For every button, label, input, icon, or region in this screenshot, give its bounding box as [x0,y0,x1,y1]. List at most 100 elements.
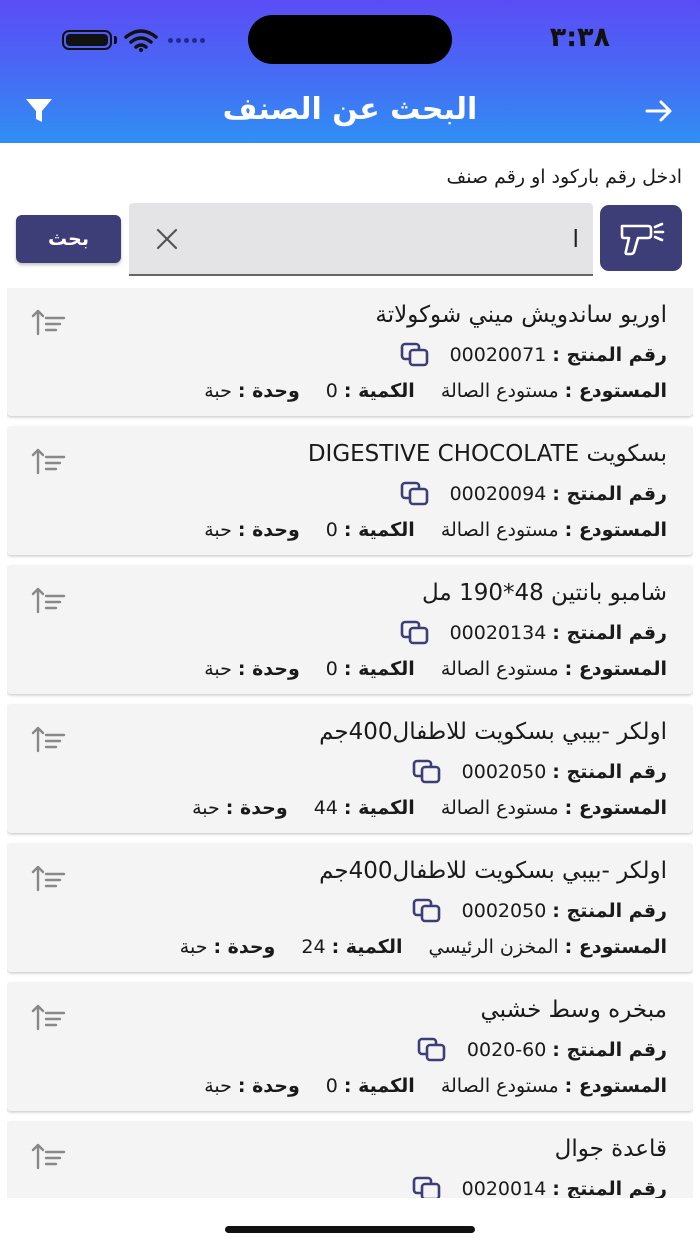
product-name: مبخره وسط خشبي [480,997,667,1023]
warehouse-label: المستودع : [564,797,667,819]
copy-icon[interactable] [400,481,430,507]
stock-row: المستودع : مستودع الصالة الكمية :44 وحدة :ح… [192,797,667,819]
unit-label: وحدة : [237,1075,300,1097]
sort-icon[interactable] [31,1142,67,1170]
warehouse-value: مستودع الصالة [440,519,559,541]
product-number: 0002050 [461,900,547,922]
camera-notch [248,15,452,64]
quantity-value: 44 [313,797,338,819]
quantity-value: 0 [325,519,338,541]
unit-label: وحدة : [225,797,288,819]
sort-icon[interactable] [31,586,67,614]
product-number-label: رقم المنتج : [552,761,667,783]
warehouse-value: المخزن الرئيسي [428,936,559,958]
unit-value: حبة [204,519,232,541]
sort-icon[interactable] [31,308,67,336]
product-card[interactable]: قاعدة جوال رقم المنتج :0020014 [7,1122,693,1198]
stock-row: المستودع : مستودع الصالة الكمية :0 وحدة : حب… [204,1075,667,1097]
product-number: 0020-60 [466,1039,547,1061]
status-time: ٣:٣٨ [549,22,610,53]
product-name: اوريو ساندويش ميني شوكولاتة [375,302,667,328]
unit-value: حبة [192,797,220,819]
product-card[interactable]: مبخره وسط خشبي رقم المنتج :0020-60 المستود… [7,983,693,1111]
back-arrow-icon[interactable] [644,96,674,126]
unit-value: حبة [204,658,232,680]
copy-icon[interactable] [400,342,430,368]
product-name: بسكويت DIGESTIVE CHOCOLATE [307,441,667,467]
warehouse-label: المستودع : [564,658,667,680]
unit-label: وحدة : [237,380,300,402]
status-icons [62,28,212,52]
page-title: البحث عن الصنف [222,92,478,127]
product-number: 00020134 [449,622,547,644]
quantity-label: الكمية : [343,1075,415,1097]
unit-value: حبة [204,1075,232,1097]
barcode-scan-button[interactable] [600,205,682,271]
unit-label: وحدة : [213,936,276,958]
clear-icon[interactable] [155,227,179,251]
warehouse-label: المستودع : [564,936,667,958]
search-input[interactable] [189,203,579,274]
warehouse-label: المستودع : [564,380,667,402]
quantity-value: 24 [301,936,326,958]
unit-label: وحدة : [237,519,300,541]
sort-icon[interactable] [31,447,67,475]
stock-row: المستودع : مستودع الصالة الكمية :0 وحدة : حب… [204,519,667,541]
product-card[interactable]: شامبو بانتين 48*190 مل رقم المنتج :000201… [7,566,693,694]
product-number: 0002050 [461,761,547,783]
product-name: اولكر -بيبي بسكويت للاطفال400جم [319,858,667,884]
product-number: 00020094 [449,483,547,505]
product-card[interactable]: بسكويت DIGESTIVE CHOCOLATE رقم المنتج :00… [7,427,693,555]
product-number-label: رقم المنتج : [552,1178,667,1198]
warehouse-value: مستودع الصالة [440,380,559,402]
product-card[interactable]: اولكر -بيبي بسكويت للاطفال400جم رقم المنت… [7,844,693,972]
sort-icon[interactable] [31,864,67,892]
product-number-label: رقم المنتج : [552,900,667,922]
stock-row: المستودع : مستودع الصالة الكمية :0 وحدة : حب… [204,380,667,402]
quantity-label: الكمية : [343,380,415,402]
product-name: شامبو بانتين 48*190 مل [422,580,667,606]
product-number-label: رقم المنتج : [552,1039,667,1061]
product-number-row: رقم المنتج :0020-60 [417,1037,667,1063]
product-name: قاعدة جوال [554,1136,667,1162]
copy-icon[interactable] [412,759,442,785]
quantity-label: الكمية : [331,936,403,958]
quantity-value: 0 [325,658,338,680]
copy-icon[interactable] [400,620,430,646]
product-number-label: رقم المنتج : [552,622,667,644]
copy-icon[interactable] [412,1176,442,1198]
search-hint: ادخل رقم باركود او رقم صنف [446,166,682,188]
search-field[interactable] [129,203,593,276]
product-number-row: رقم المنتج :00020094 [400,481,667,507]
quantity-label: الكمية : [343,658,415,680]
search-button[interactable]: بحث [16,215,121,263]
battery-icon [62,30,112,50]
copy-icon[interactable] [417,1037,447,1063]
product-number: 0020014 [461,1178,547,1198]
product-card[interactable]: اوريو ساندويش ميني شوكولاتة رقم المنتج : 0… [7,288,693,416]
unit-value: حبة [179,936,208,958]
quantity-label: الكمية : [343,797,415,819]
wifi-icon [124,29,158,52]
sort-icon[interactable] [31,1003,67,1031]
sort-icon[interactable] [31,725,67,753]
warehouse-value: مستودع الصالة [440,658,559,680]
product-card[interactable]: اولكر -بيبي بسكويت للاطفال400جم رقم المنت… [7,705,693,833]
product-name: اولكر -بيبي بسكويت للاطفال400جم [319,719,667,745]
warehouse-label: المستودع : [564,519,667,541]
quantity-value: 0 [325,380,338,402]
results-list[interactable]: اوريو ساندويش ميني شوكولاتة رقم المنتج :0… [7,288,693,1198]
product-number-row: رقم المنتج :00020134 [400,620,667,646]
unit-value: حبة [204,380,232,402]
warehouse-label: المستودع : [564,1075,667,1097]
product-number-row: رقم المنتج :0020014 [412,1176,667,1198]
product-number-label: رقم المنتج : [552,344,667,366]
filter-icon[interactable] [24,97,54,125]
signal-icon [168,38,205,43]
product-number-label: رقم المنتج : [552,483,667,505]
quantity-value: 0 [325,1075,338,1097]
app-header: ٣:٣٨ البحث عن الصنف [0,0,700,143]
copy-icon[interactable] [412,898,442,924]
stock-row: المستودع : المخزن الرئيسي الكمية :24 وحدة :… [180,936,667,958]
warehouse-value: مستودع الصالة [440,797,559,819]
